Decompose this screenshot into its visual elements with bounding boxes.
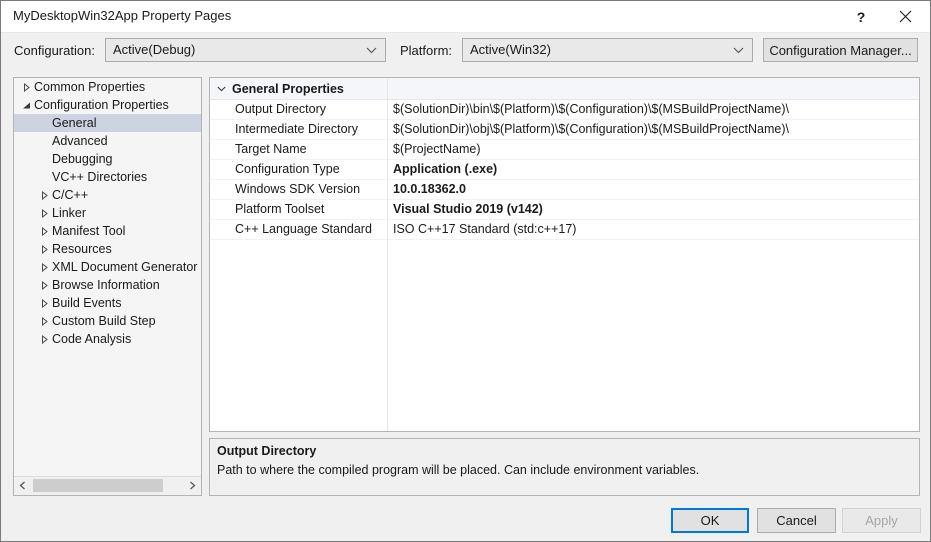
grid-row[interactable]: Intermediate Directory $(SolutionDir)\obj… — [210, 120, 919, 140]
tree-expander-collapsed-icon[interactable] — [36, 186, 52, 204]
grid-row[interactable]: C++ Language Standard ISO C++17 Standard … — [210, 220, 919, 240]
tree-node-spacer — [36, 168, 52, 186]
tree-item[interactable]: Browse Information — [14, 276, 201, 294]
grid-row[interactable]: Platform Toolset Visual Studio 2019 (v142… — [210, 200, 919, 220]
chevron-down-icon[interactable] — [210, 78, 232, 99]
tree-item-label: VC++ Directories — [52, 170, 148, 184]
help-icon[interactable]: ? — [839, 1, 883, 32]
grid-row-value[interactable]: ISO C++17 Standard (std:c++17) — [393, 220, 576, 239]
property-grid: General Properties Output Directory $(Sol… — [209, 77, 920, 432]
tree-expander-collapsed-icon[interactable] — [36, 222, 52, 240]
tree-item-label: Advanced — [52, 134, 108, 148]
configuration-dropdown[interactable]: Active(Debug) — [105, 38, 386, 62]
tree-item[interactable]: General — [14, 114, 201, 132]
window-title: MyDesktopWin32App Property Pages — [13, 8, 232, 23]
tree-item-label: Custom Build Step — [52, 314, 156, 328]
tree-expander-collapsed-icon[interactable] — [18, 78, 34, 96]
tree-item-label: Manifest Tool — [52, 224, 126, 238]
tree-item[interactable]: Resources — [14, 240, 201, 258]
platform-dropdown[interactable]: Active(Win32) — [462, 38, 753, 62]
configuration-bar: Configuration: Active(Debug) Platform: A… — [1, 33, 930, 69]
tree-item[interactable]: Advanced — [14, 132, 201, 150]
property-tree[interactable]: Common Properties Configuration Propertie… — [14, 78, 201, 477]
scrollbar-thumb[interactable] — [33, 479, 163, 492]
grid-row-value[interactable]: 10.0.18362.0 — [393, 180, 466, 199]
tree-item[interactable]: Custom Build Step — [14, 312, 201, 330]
grid-row-value[interactable]: $(SolutionDir)\obj\$(Platform)\$(Configu… — [393, 120, 789, 139]
tree-item-label: Resources — [52, 242, 112, 256]
platform-label: Platform: — [400, 43, 453, 58]
grid-row-value[interactable]: Application (.exe) — [393, 160, 497, 179]
grid-row-value[interactable]: $(ProjectName) — [393, 140, 481, 159]
chevron-down-icon — [733, 47, 744, 54]
tree-item-label: Configuration Properties — [34, 98, 169, 112]
tree-item-label: XML Document Generator — [52, 260, 198, 274]
tree-item-label: Common Properties — [34, 80, 146, 94]
tree-expander-collapsed-icon[interactable] — [36, 258, 52, 276]
description-panel: Output Directory Path to where the compi… — [209, 438, 920, 496]
tree-item-label: C/C++ — [52, 188, 89, 202]
chevron-down-icon — [366, 47, 377, 54]
grid-row[interactable]: Target Name $(ProjectName) — [210, 140, 919, 160]
tree-item[interactable]: Debugging — [14, 150, 201, 168]
tree-item[interactable]: VC++ Directories — [14, 168, 201, 186]
close-icon[interactable] — [883, 1, 927, 32]
grid-row[interactable]: Configuration Type Application (.exe) — [210, 160, 919, 180]
tree-expander-collapsed-icon[interactable] — [36, 276, 52, 294]
tree-item[interactable]: C/C++ — [14, 186, 201, 204]
grid-row[interactable]: Windows SDK Version 10.0.18362.0 — [210, 180, 919, 200]
tree-node-spacer — [36, 150, 52, 168]
tree-item[interactable]: XML Document Generator — [14, 258, 201, 276]
grid-category-header[interactable]: General Properties — [210, 78, 919, 100]
grid-row-value[interactable]: Visual Studio 2019 (v142) — [393, 200, 543, 219]
cancel-button[interactable]: Cancel — [757, 508, 836, 533]
property-tree-panel: Common Properties Configuration Propertie… — [13, 77, 202, 496]
tree-item[interactable]: Common Properties — [14, 78, 201, 96]
tree-expander-collapsed-icon[interactable] — [36, 312, 52, 330]
tree-item-label: General — [52, 116, 97, 130]
grid-row-name: Configuration Type — [235, 162, 340, 176]
grid-row[interactable]: Output Directory $(SolutionDir)\bin\$(Pla… — [210, 100, 919, 120]
tree-expander-collapsed-icon[interactable] — [36, 204, 52, 222]
grid-rows: Output Directory $(SolutionDir)\bin\$(Pla… — [210, 100, 919, 240]
tree-item-label: Code Analysis — [52, 332, 132, 346]
tree-expander-collapsed-icon[interactable] — [36, 240, 52, 258]
tree-item[interactable]: Linker — [14, 204, 201, 222]
description-title: Output Directory — [217, 444, 317, 458]
tree-expander-collapsed-icon[interactable] — [36, 330, 52, 348]
tree-item-label: Debugging — [52, 152, 113, 166]
grid-row-name: Output Directory — [235, 102, 327, 116]
tree-node-spacer — [36, 132, 52, 150]
configuration-manager-button[interactable]: Configuration Manager... — [763, 38, 918, 62]
chevron-right-icon[interactable] — [184, 477, 201, 494]
configuration-value: Active(Debug) — [113, 42, 196, 57]
grid-row-name: Windows SDK Version — [235, 182, 361, 196]
grid-row-name: Platform Toolset — [235, 202, 325, 216]
tree-expander-collapsed-icon[interactable] — [36, 294, 52, 312]
tree-item-label: Browse Information — [52, 278, 160, 292]
grid-row-name: Intermediate Directory — [235, 122, 358, 136]
description-body: Path to where the compiled program will … — [217, 463, 700, 477]
grid-column-splitter[interactable] — [387, 78, 388, 431]
chevron-left-icon[interactable] — [14, 477, 31, 494]
tree-item[interactable]: Configuration Properties — [14, 96, 201, 114]
grid-row-name: C++ Language Standard — [235, 222, 372, 236]
tree-node-spacer — [36, 114, 52, 132]
title-bar: MyDesktopWin32App Property Pages ? — [1, 1, 930, 33]
tree-item-label: Build Events — [52, 296, 122, 310]
grid-row-value[interactable]: $(SolutionDir)\bin\$(Platform)\$(Configu… — [393, 100, 789, 119]
tree-item[interactable]: Manifest Tool — [14, 222, 201, 240]
tree-expander-expanded-icon[interactable] — [18, 96, 34, 114]
tree-horizontal-scrollbar[interactable] — [14, 476, 201, 495]
tree-item-label: Linker — [52, 206, 87, 220]
property-pages-dialog: MyDesktopWin32App Property Pages ? Confi… — [0, 0, 931, 542]
platform-value: Active(Win32) — [470, 42, 551, 57]
configuration-label: Configuration: — [14, 43, 95, 58]
tree-item[interactable]: Code Analysis — [14, 330, 201, 348]
grid-row-name: Target Name — [235, 142, 307, 156]
tree-item[interactable]: Build Events — [14, 294, 201, 312]
grid-category-label: General Properties — [232, 81, 344, 96]
apply-button: Apply — [842, 508, 921, 533]
ok-button[interactable]: OK — [671, 508, 749, 533]
